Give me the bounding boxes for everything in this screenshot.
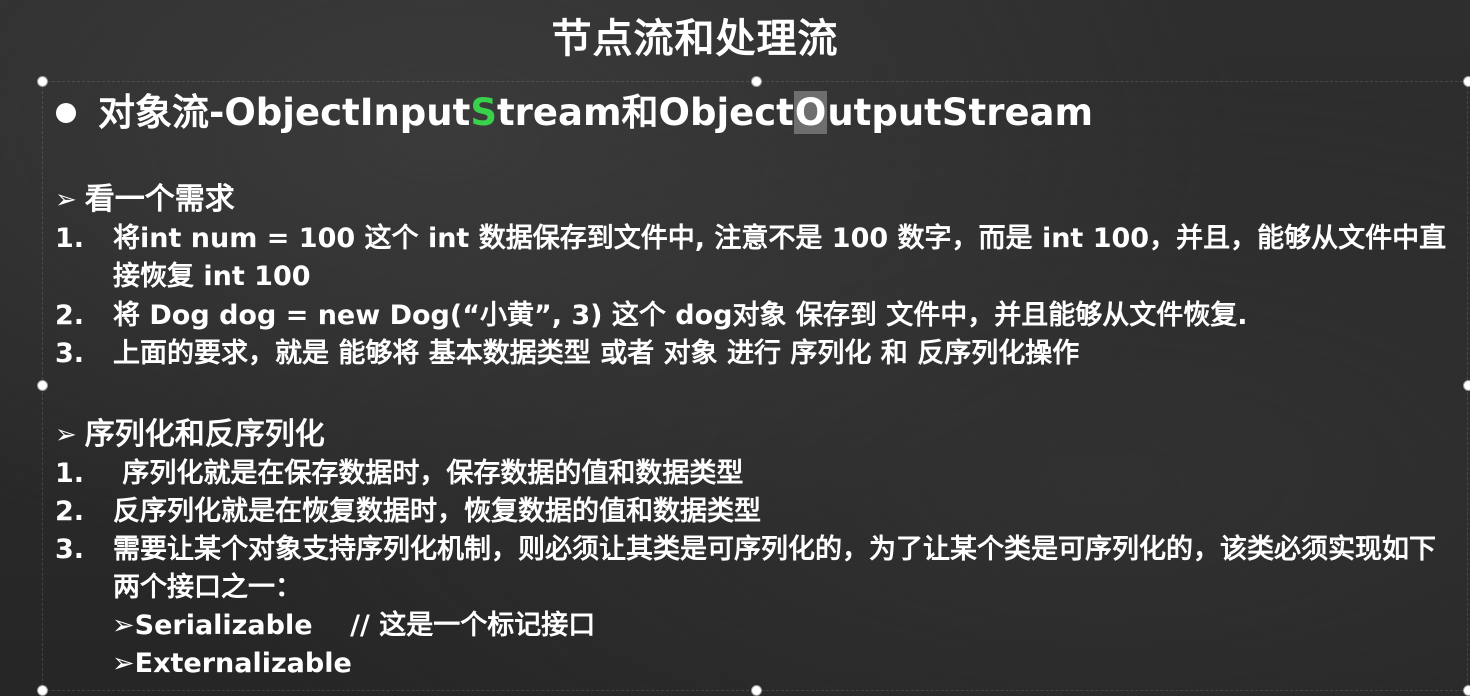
resize-handle-middle-right[interactable] [1463, 380, 1470, 391]
main-bullet: 对象流-ObjectInputStream和ObjectOutputStream [56, 90, 1093, 136]
resize-handle-top-center[interactable] [751, 76, 762, 87]
list-item: 1. 序列化就是在保存数据时，保存数据的值和数据类型 [55, 458, 744, 489]
arrow-bullet-icon: ➢ [55, 185, 77, 215]
list-item: 2. 反序列化就是在恢复数据时，恢复数据的值和数据类型 [55, 496, 761, 527]
arrow-bullet-icon: ➢ [55, 420, 77, 450]
resize-handle-bottom-left[interactable] [37, 685, 48, 696]
resize-handle-bottom-right[interactable] [1463, 685, 1470, 696]
text-cursor-highlight: S [470, 91, 497, 134]
bullet-dot-icon [56, 103, 76, 123]
interface-serializable: ➢Serializable // 这是一个标记接口 [112, 610, 596, 641]
list-item: 3. 上面的要求，就是 能够将 基本数据类型 或者 对象 进行 序列化 和 反序… [55, 338, 1080, 369]
resize-handle-top-left[interactable] [37, 76, 48, 87]
list-item: 2. 将 Dog dog = new Dog(“小黄”, 3) 这个 dog对象… [55, 300, 1248, 331]
resize-handle-middle-left[interactable] [37, 380, 48, 391]
selected-character: O [793, 91, 828, 134]
main-bullet-text: 对象流-ObjectInputStream和ObjectOutputStream [98, 91, 1094, 134]
slide-title: 节点流和处理流 [551, 16, 839, 62]
interface-externalizable: ➢Externalizable [112, 648, 352, 679]
resize-handle-bottom-center[interactable] [751, 685, 762, 696]
section-heading-requirement: ➢ 看一个需求 [55, 182, 235, 217]
list-item: 3. 需要让某个对象支持序列化机制，则必须让其类是可序列化的，为了让某个类是可序… [55, 534, 1436, 603]
resize-handle-top-right[interactable] [1463, 76, 1470, 87]
section-heading-serialization: ➢ 序列化和反序列化 [55, 417, 325, 452]
list-item: 1. 将int num = 100 这个 int 数据保存到文件中, 注意不是 … [55, 223, 1447, 292]
